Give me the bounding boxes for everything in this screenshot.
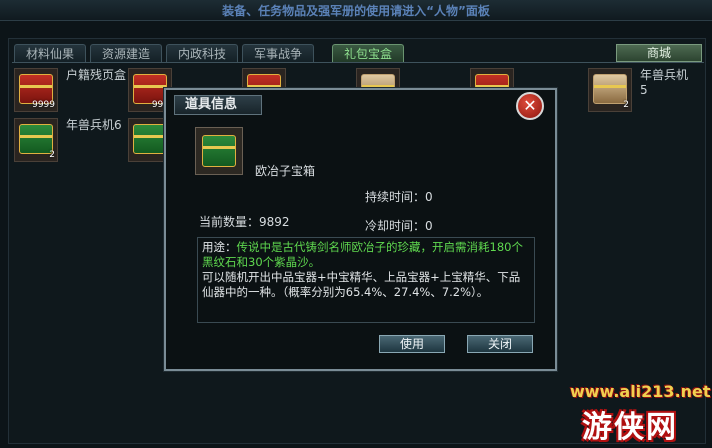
item-quantity: 9999 (32, 100, 55, 110)
tab-resources[interactable]: 资源建造 (90, 44, 162, 62)
item-name: 欧冶子宝箱 (255, 164, 316, 178)
close-button[interactable]: 关闭 (467, 335, 533, 353)
watermark-url: www.ali213.net (570, 382, 711, 401)
item-slot[interactable]: 2 (14, 118, 58, 162)
shop-button[interactable]: 商城 (616, 44, 702, 62)
item-name: 年兽兵机5 (640, 68, 689, 97)
item-quantity: 2 (49, 150, 55, 160)
use-label: 用途： (202, 240, 237, 254)
top-notice: 装备、任务物品及强军册的使用请进入“人物”面板 (222, 4, 490, 18)
dialog-title: 道具信息 (174, 95, 262, 115)
description-body: 可以随机开出中品宝器+中宝精华、上品宝器+上宝精华、下品仙器中的一种。（概率分别… (202, 270, 521, 299)
item-name: 年兽兵机6 (66, 118, 122, 132)
use-button[interactable]: 使用 (379, 335, 445, 353)
green-chest-icon (133, 124, 167, 154)
green-chest-icon (19, 124, 53, 154)
item-info-dialog: 道具信息 ✕ 欧冶子宝箱 持续时间：0 当前数量：9892 冷却时间：0 用途：… (164, 88, 557, 371)
tab-divider (12, 62, 704, 63)
watermark-logo: 游侠网 (582, 410, 678, 445)
item-slot[interactable]: 9999 (14, 68, 58, 112)
cooldown-label: 冷却时间：0 (365, 219, 433, 233)
item-slot[interactable]: 2 (588, 68, 632, 112)
quantity-label: 当前数量：9892 (199, 215, 290, 229)
tab-materials[interactable]: 材料仙果 (14, 44, 86, 62)
item-quantity: 2 (623, 100, 629, 110)
description-highlight: 传说中是古代铸剑名师欧冶子的珍藏，开启需消耗180个黑纹石和30个紫晶沙。 (202, 240, 523, 269)
item-icon-slot (195, 127, 243, 175)
item-description: 用途：传说中是古代铸剑名师欧冶子的珍藏，开启需消耗180个黑纹石和30个紫晶沙。… (197, 237, 535, 323)
inventory-item[interactable]: 2 年兽兵机5 (588, 68, 698, 120)
tab-military[interactable]: 军事战争 (242, 44, 314, 62)
food-icon (593, 74, 627, 104)
top-bar: 装备、任务物品及强军册的使用请进入“人物”面板 (0, 0, 712, 21)
tab-domestic[interactable]: 内政科技 (166, 44, 238, 62)
close-icon[interactable]: ✕ (516, 92, 544, 120)
treasure-chest-icon (202, 135, 236, 167)
tab-gift-boxes[interactable]: 礼包宝盒 (332, 44, 404, 62)
duration-label: 持续时间：0 (365, 190, 433, 204)
